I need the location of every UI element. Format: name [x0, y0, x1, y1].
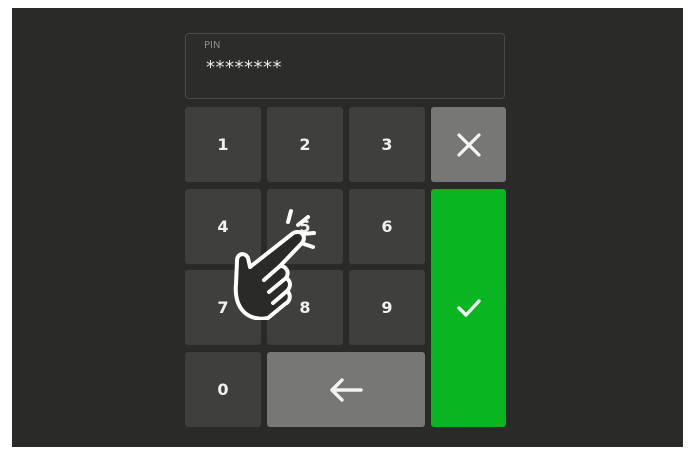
confirm-button[interactable]: [431, 189, 506, 427]
key-2-label: 2: [299, 135, 311, 154]
arrow-left-icon: [330, 377, 363, 402]
key-4-label: 4: [217, 217, 229, 236]
pin-masked-value: ********: [206, 57, 282, 78]
key-8[interactable]: 8: [267, 270, 343, 345]
clear-button[interactable]: [431, 107, 506, 182]
key-2[interactable]: 2: [267, 107, 343, 182]
key-8-label: 8: [299, 298, 311, 317]
key-9[interactable]: 9: [349, 270, 425, 345]
pin-label: PIN: [204, 40, 221, 51]
key-3-label: 3: [381, 135, 393, 154]
key-7[interactable]: 7: [185, 270, 261, 345]
key-1[interactable]: 1: [185, 107, 261, 182]
key-4[interactable]: 4: [185, 189, 261, 264]
key-6-label: 6: [381, 217, 393, 236]
key-3[interactable]: 3: [349, 107, 425, 182]
key-7-label: 7: [217, 298, 229, 317]
key-9-label: 9: [381, 298, 393, 317]
key-5-label: 5: [299, 217, 311, 236]
key-6[interactable]: 6: [349, 189, 425, 264]
key-1-label: 1: [217, 135, 229, 154]
backspace-button[interactable]: [267, 352, 425, 427]
checkmark-icon: [456, 299, 481, 317]
key-0[interactable]: 0: [185, 352, 261, 427]
key-0-label: 0: [217, 380, 229, 399]
close-icon: [456, 132, 481, 157]
pin-field[interactable]: PIN ********: [185, 33, 505, 99]
key-5[interactable]: 5: [267, 189, 343, 264]
